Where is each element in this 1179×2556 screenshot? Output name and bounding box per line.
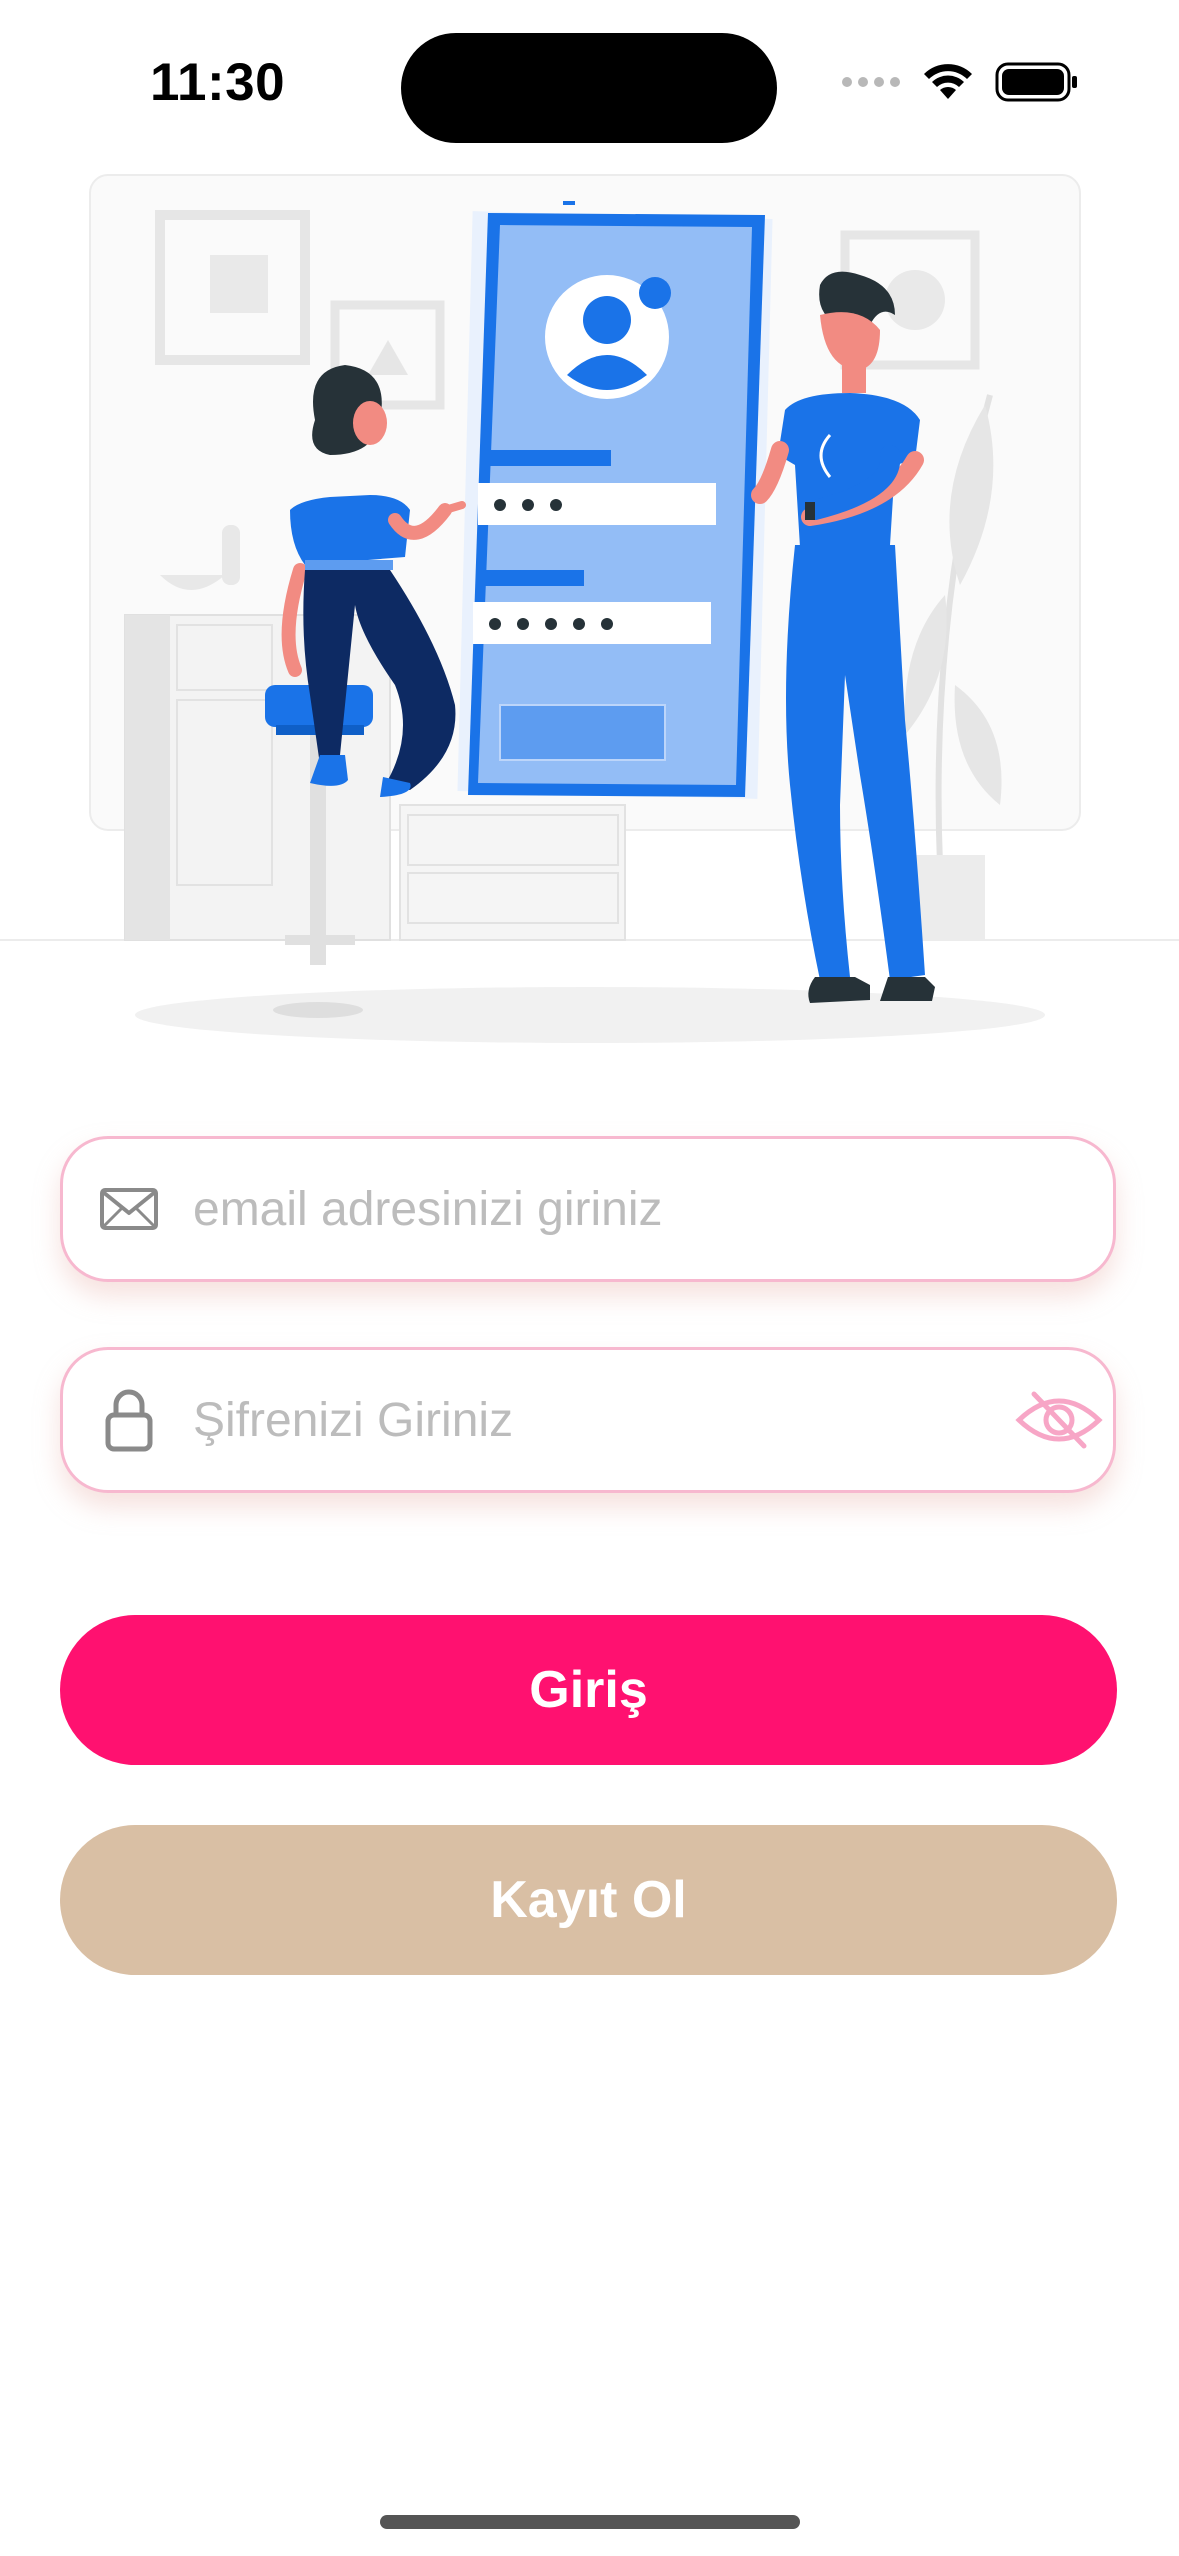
login-button-label: Giriş xyxy=(529,1661,648,1719)
login-illustration xyxy=(0,165,1179,1065)
status-time: 11:30 xyxy=(150,53,286,112)
cellular-signal-icon xyxy=(842,77,900,87)
login-screen: 11:30 email adresinizi giriniz Giriş Kay… xyxy=(0,0,1179,2556)
wifi-icon xyxy=(924,64,972,99)
status-bar: 11:30 xyxy=(0,0,1179,170)
envelope-icon xyxy=(95,1175,163,1243)
register-button[interactable]: Kayıt Ol xyxy=(60,1825,1117,1975)
battery-icon xyxy=(995,62,1077,102)
lock-icon xyxy=(95,1386,163,1454)
eye-off-icon[interactable] xyxy=(1011,1380,1107,1460)
status-indicators xyxy=(841,62,1079,102)
password-input[interactable] xyxy=(193,1350,993,1490)
email-field[interactable] xyxy=(60,1136,1116,1282)
dynamic-island xyxy=(401,33,777,143)
home-indicator[interactable] xyxy=(380,2515,800,2529)
password-field[interactable] xyxy=(60,1347,1116,1493)
email-input[interactable] xyxy=(193,1139,993,1279)
register-button-label: Kayıt Ol xyxy=(490,1871,687,1929)
login-button[interactable]: Giriş xyxy=(60,1615,1117,1765)
